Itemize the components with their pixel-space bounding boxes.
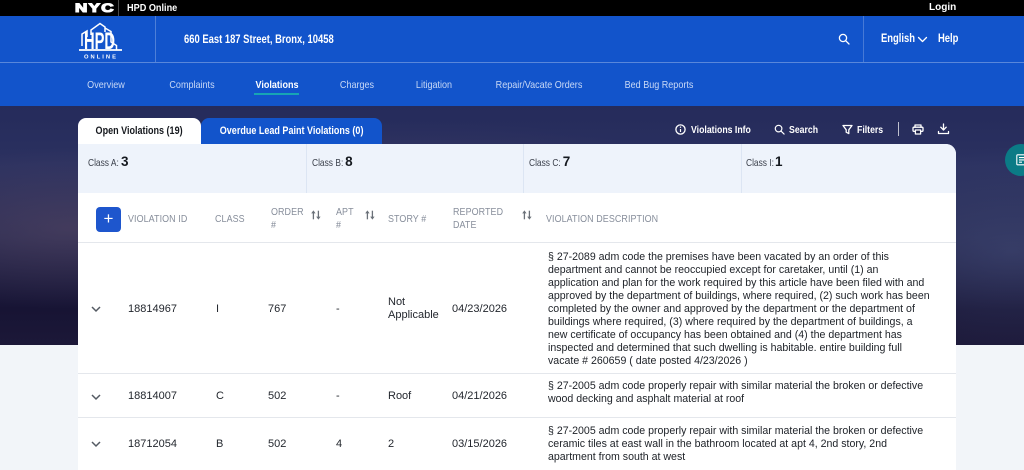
- svg-text:HPD: HPD: [84, 28, 115, 55]
